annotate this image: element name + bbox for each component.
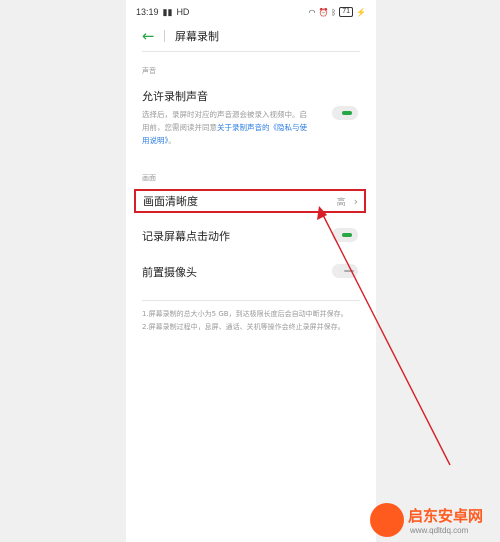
clarity-value: 高 bbox=[336, 197, 346, 208]
clarity-title: 画面清晰度 bbox=[143, 195, 198, 208]
signal-icon: ▮▮ bbox=[162, 6, 173, 17]
charging-icon: ⚡ bbox=[356, 7, 366, 17]
section-label-picture: 画面 bbox=[142, 174, 156, 182]
watermark-logo-icon bbox=[370, 503, 404, 537]
toggle-knob bbox=[342, 111, 352, 115]
background-left bbox=[0, 0, 126, 542]
allow-sound-desc-end: 。 bbox=[168, 136, 176, 145]
header-divider bbox=[164, 30, 165, 42]
allow-sound-description: 选择后，录屏时对应的声音源会被录入视频中。启用前，您需阅读并同意关于录制声音的《… bbox=[142, 108, 312, 147]
alarm-icon: ⏰ bbox=[318, 7, 329, 17]
bluetooth-icon: ᛒ bbox=[331, 7, 337, 17]
status-bar: 13:19 ▮▮ HD ◠ ⏰ ᛒ 71 ⚡ bbox=[126, 0, 376, 24]
record-taps-title: 记录屏幕点击动作 bbox=[142, 230, 230, 243]
record-taps-toggle[interactable] bbox=[332, 228, 358, 242]
setting-allow-sound[interactable]: 允许录制声音 选择后，录屏时对应的声音源会被录入视频中。启用前，您需阅读并同意关… bbox=[126, 88, 376, 147]
status-time: 13:19 bbox=[136, 7, 159, 17]
battery-level: 71 bbox=[339, 7, 354, 17]
watermark-url: www.qdltdq.com bbox=[410, 526, 469, 535]
setting-front-camera[interactable]: 前置摄像头 bbox=[126, 264, 376, 280]
front-camera-toggle[interactable] bbox=[332, 264, 358, 278]
phone-screen: 13:19 ▮▮ HD ◠ ⏰ ᛒ 71 ⚡ ← 屏幕录制 声音 允许录制声音 … bbox=[126, 0, 376, 542]
section-label-sound: 声音 bbox=[142, 67, 156, 75]
setting-clarity[interactable]: 画面清晰度 高 › bbox=[134, 189, 366, 213]
watermark-name: 启东安卓网 bbox=[408, 507, 484, 525]
header-rule bbox=[142, 51, 360, 52]
network-type: HD bbox=[176, 7, 190, 17]
back-arrow-icon[interactable]: ← bbox=[142, 28, 158, 44]
background-right bbox=[376, 0, 500, 542]
toggle-knob bbox=[342, 233, 352, 237]
page-title: 屏幕录制 bbox=[175, 30, 219, 43]
toggle-knob bbox=[344, 270, 354, 272]
note-2: 2.屏幕录制过程中，息屏、通话、关机等操作会终止录屏并保存。 bbox=[142, 323, 345, 331]
recording-notes: 1.屏幕录制的总大小为5 GB，到达极限长度后会自动中断并保存。 2.屏幕录制过… bbox=[142, 300, 360, 334]
chevron-right-icon: › bbox=[353, 194, 358, 208]
wifi-icon: ◠ bbox=[308, 7, 316, 17]
allow-sound-toggle[interactable] bbox=[332, 106, 358, 120]
setting-record-taps[interactable]: 记录屏幕点击动作 bbox=[126, 228, 376, 244]
app-header: ← 屏幕录制 bbox=[126, 24, 376, 52]
note-1: 1.屏幕录制的总大小为5 GB，到达极限长度后会自动中断并保存。 bbox=[142, 310, 348, 318]
allow-sound-title: 允许录制声音 bbox=[142, 90, 208, 103]
front-camera-title: 前置摄像头 bbox=[142, 266, 197, 279]
